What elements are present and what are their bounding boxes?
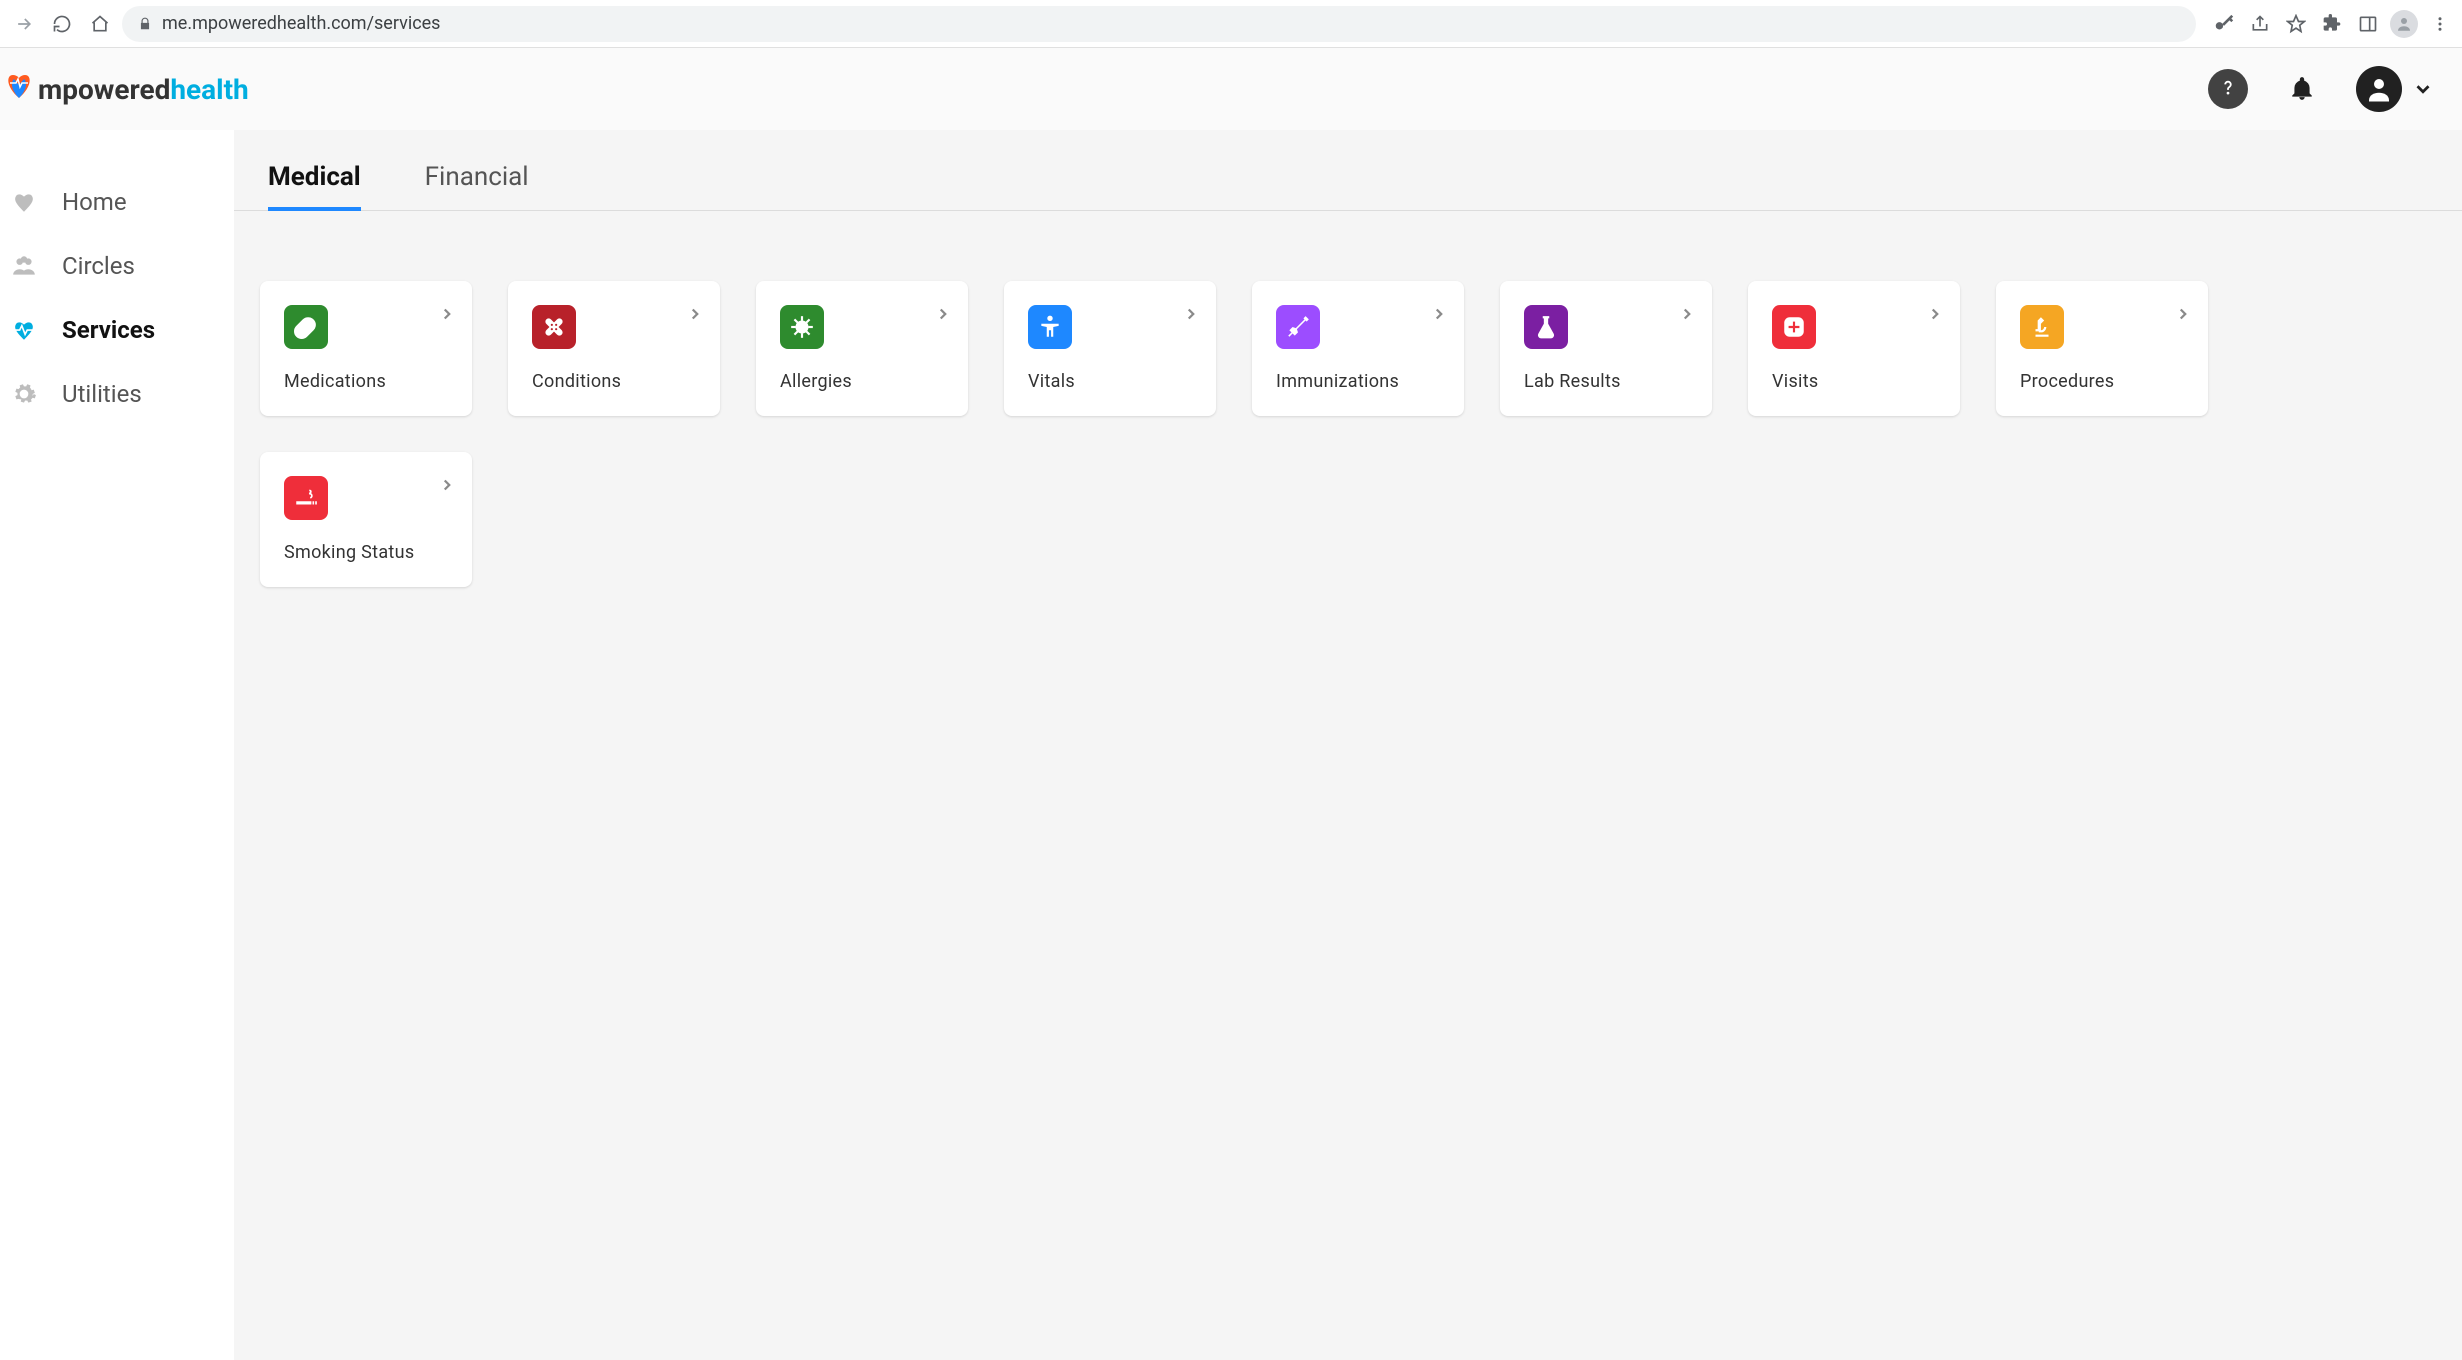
flask-icon (1524, 305, 1568, 349)
sidebar-item-home[interactable]: Home (0, 170, 234, 234)
reload-icon (52, 14, 72, 34)
microscope-icon (2020, 305, 2064, 349)
extensions-icon[interactable] (2318, 10, 2346, 38)
address-bar[interactable]: me.mpoweredhealth.com/services (122, 6, 2196, 42)
brand-part1: mpowered (38, 73, 170, 106)
service-cards-grid: Medications Conditions Allergies (234, 211, 2462, 587)
password-key-icon[interactable] (2210, 10, 2238, 38)
card-label: Lab Results (1524, 371, 1690, 392)
card-label: Smoking Status (284, 542, 450, 563)
panel-icon[interactable] (2354, 10, 2382, 38)
heart-icon (8, 189, 40, 215)
gear-icon (8, 381, 40, 407)
card-label: Vitals (1028, 371, 1194, 392)
chevron-right-icon (686, 305, 704, 327)
sidebar-label: Home (62, 188, 127, 216)
bandage-icon (532, 305, 576, 349)
card-label: Procedures (2020, 371, 2186, 392)
smoking-icon (284, 476, 328, 520)
tab-label: Medical (268, 162, 361, 192)
sidebar-item-circles[interactable]: Circles (0, 234, 234, 298)
chevron-right-icon (934, 305, 952, 327)
card-smoking-status[interactable]: Smoking Status (260, 452, 472, 587)
brand-part2: health (170, 73, 248, 106)
chevron-right-icon (438, 305, 456, 327)
arrow-right-icon (14, 14, 34, 34)
germ-icon (780, 305, 824, 349)
tab-label: Financial (425, 162, 529, 192)
card-medications[interactable]: Medications (260, 281, 472, 416)
chevron-right-icon (2174, 305, 2192, 327)
card-visits[interactable]: Visits (1748, 281, 1960, 416)
sidebar-item-utilities[interactable]: Utilities (0, 362, 234, 426)
brand-logo[interactable]: mpoweredhealth (4, 73, 249, 106)
browser-home-button[interactable] (84, 8, 116, 40)
account-menu[interactable] (2356, 66, 2434, 112)
card-allergies[interactable]: Allergies (756, 281, 968, 416)
ecg-heart-icon (8, 317, 40, 343)
browser-chrome: me.mpoweredhealth.com/services (0, 0, 2462, 48)
tab-financial[interactable]: Financial (425, 150, 529, 210)
home-icon (90, 14, 110, 34)
sidebar: Home Circles Services Utilities (0, 130, 234, 1360)
chevron-right-icon (1926, 305, 1944, 327)
sidebar-item-services[interactable]: Services (0, 298, 234, 362)
chevron-right-icon (438, 476, 456, 498)
sidebar-label: Services (62, 316, 155, 344)
notifications-button[interactable] (2282, 69, 2322, 109)
browser-forward-button[interactable] (8, 8, 40, 40)
sidebar-label: Utilities (62, 380, 142, 408)
chevron-right-icon (1678, 305, 1696, 327)
lock-icon (138, 17, 152, 31)
tab-medical[interactable]: Medical (268, 150, 361, 210)
browser-reload-button[interactable] (46, 8, 78, 40)
sidebar-label: Circles (62, 252, 135, 280)
content-area: Medical Financial Medications Conditions (234, 130, 2462, 1360)
card-label: Medications (284, 371, 450, 392)
body-icon (1028, 305, 1072, 349)
heart-logo-icon (4, 73, 34, 106)
tab-bar: Medical Financial (234, 130, 2462, 211)
card-label: Conditions (532, 371, 698, 392)
browser-right-controls (2202, 10, 2454, 38)
question-icon (2217, 78, 2239, 100)
url-text: me.mpoweredhealth.com/services (162, 13, 440, 34)
chevron-right-icon (1430, 305, 1448, 327)
card-label: Allergies (780, 371, 946, 392)
app-header: mpoweredhealth (0, 48, 2462, 130)
card-immunizations[interactable]: Immunizations (1252, 281, 1464, 416)
star-icon[interactable] (2282, 10, 2310, 38)
card-lab-results[interactable]: Lab Results (1500, 281, 1712, 416)
medical-plus-icon (1772, 305, 1816, 349)
card-conditions[interactable]: Conditions (508, 281, 720, 416)
help-button[interactable] (2208, 69, 2248, 109)
kebab-menu-icon[interactable] (2426, 10, 2454, 38)
card-procedures[interactable]: Procedures (1996, 281, 2208, 416)
chevron-right-icon (1182, 305, 1200, 327)
chevron-down-icon (2412, 78, 2434, 100)
bell-icon (2289, 76, 2315, 102)
card-label: Immunizations (1276, 371, 1442, 392)
card-vitals[interactable]: Vitals (1004, 281, 1216, 416)
syringe-icon (1276, 305, 1320, 349)
account-avatar-icon (2356, 66, 2402, 112)
card-label: Visits (1772, 371, 1938, 392)
profile-avatar-icon[interactable] (2390, 10, 2418, 38)
share-icon[interactable] (2246, 10, 2274, 38)
pill-icon (284, 305, 328, 349)
people-icon (8, 253, 40, 279)
